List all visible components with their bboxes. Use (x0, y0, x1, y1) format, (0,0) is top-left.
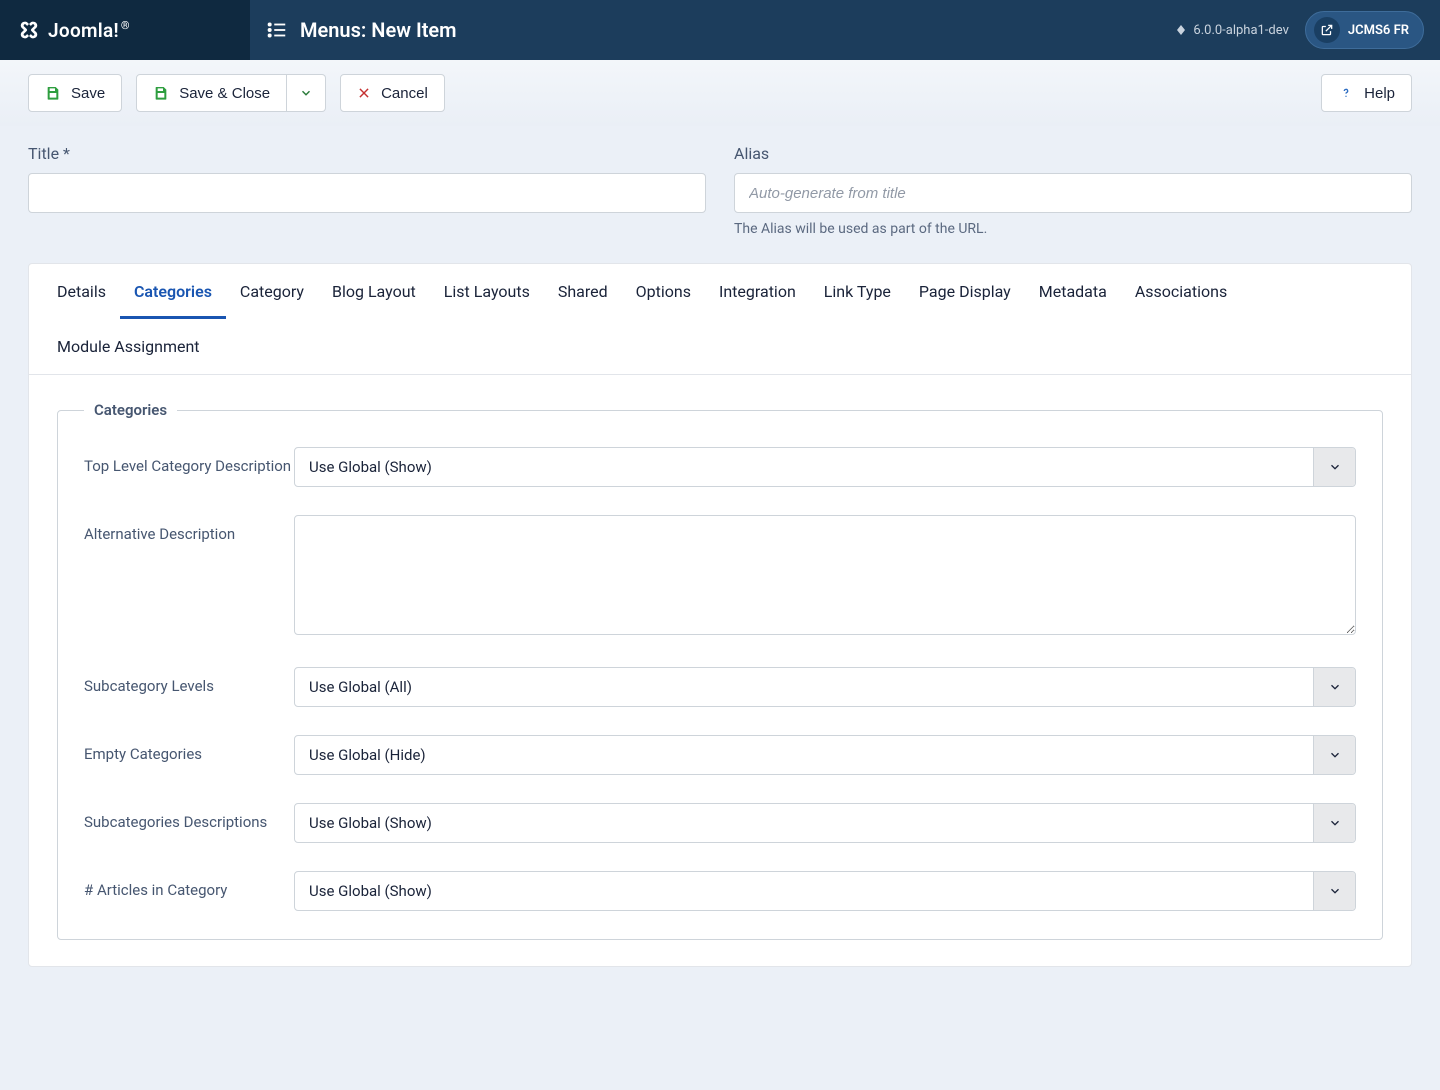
save-icon (45, 85, 61, 101)
help-icon (1338, 85, 1354, 101)
save-label: Save (71, 85, 105, 102)
param-control: Use Global (Show) (294, 803, 1356, 843)
title-input[interactable] (28, 173, 706, 213)
chevron-down-icon (1313, 736, 1355, 774)
user-label: JCMS6 FR (1348, 23, 1409, 38)
save-icon (153, 85, 169, 101)
tab-metadata[interactable]: Metadata (1025, 264, 1121, 319)
select-value: Use Global (All) (295, 668, 1313, 706)
alias-label: Alias (734, 144, 1412, 163)
title-label: Title * (28, 144, 706, 163)
tab-module-assignment[interactable]: Module Assignment (43, 319, 214, 374)
main-area: Title * Alias The Alias will be used as … (0, 126, 1440, 1007)
tab-link-type[interactable]: Link Type (810, 264, 905, 319)
param-label: Top Level Category Description (84, 447, 294, 475)
param-row: Top Level Category DescriptionUse Global… (84, 447, 1356, 487)
select-input[interactable]: Use Global (Show) (294, 447, 1356, 487)
select-value: Use Global (Show) (295, 872, 1313, 910)
param-row: Alternative Description (84, 515, 1356, 639)
select-value: Use Global (Show) (295, 448, 1313, 486)
top-header: Joomla!® Menus: New Item 6.0.0-alpha1-de… (0, 0, 1440, 60)
param-label: Subcategory Levels (84, 667, 294, 695)
chevron-down-icon (299, 86, 313, 100)
tab-shared[interactable]: Shared (544, 264, 622, 319)
tab-integration[interactable]: Integration (705, 264, 810, 319)
save-close-button[interactable]: Save & Close (136, 74, 287, 112)
page-title: Menus: New Item (300, 18, 457, 42)
joomla-small-icon (1175, 24, 1187, 36)
param-row: Subcategory LevelsUse Global (All) (84, 667, 1356, 707)
header-right: 6.0.0-alpha1-dev JCMS6 FR (1159, 0, 1440, 60)
help-button[interactable]: Help (1321, 74, 1412, 112)
param-row: Empty CategoriesUse Global (Hide) (84, 735, 1356, 775)
select-value: Use Global (Show) (295, 804, 1313, 842)
joomla-logo-icon (18, 19, 40, 41)
cancel-button[interactable]: Cancel (340, 74, 445, 112)
title-field-group: Title * (28, 144, 706, 237)
alias-field-group: Alias The Alias will be used as part of … (734, 144, 1412, 237)
select-value: Use Global (Hide) (295, 736, 1313, 774)
param-label: Alternative Description (84, 515, 294, 543)
tab-panel-categories: Categories Top Level Category Descriptio… (29, 375, 1411, 966)
save-close-dropdown-toggle[interactable] (287, 74, 326, 112)
categories-fieldset: Categories Top Level Category Descriptio… (57, 401, 1383, 940)
tabs-card: DetailsCategoriesCategoryBlog LayoutList… (28, 263, 1412, 967)
select-input[interactable]: Use Global (All) (294, 667, 1356, 707)
textarea-input[interactable] (294, 515, 1356, 635)
title-alias-row: Title * Alias The Alias will be used as … (28, 144, 1412, 237)
chevron-down-icon (1313, 448, 1355, 486)
tab-details[interactable]: Details (43, 264, 120, 319)
external-link-icon (1314, 17, 1340, 43)
alias-input[interactable] (734, 173, 1412, 213)
param-label: Subcategories Descriptions (84, 803, 294, 831)
brand-text: Joomla!® (48, 19, 130, 42)
list-icon (266, 19, 288, 41)
chevron-down-icon (1313, 668, 1355, 706)
tab-list-layouts[interactable]: List Layouts (430, 264, 544, 319)
cancel-label: Cancel (381, 85, 428, 102)
tab-associations[interactable]: Associations (1121, 264, 1241, 319)
fieldset-legend: Categories (84, 401, 177, 419)
param-control: Use Global (All) (294, 667, 1356, 707)
select-input[interactable]: Use Global (Hide) (294, 735, 1356, 775)
chevron-down-icon (1313, 804, 1355, 842)
save-button[interactable]: Save (28, 74, 122, 112)
param-control: Use Global (Show) (294, 871, 1356, 911)
param-label: Empty Categories (84, 735, 294, 763)
brand-block[interactable]: Joomla!® (0, 0, 250, 60)
param-row: Subcategories DescriptionsUse Global (Sh… (84, 803, 1356, 843)
param-row: # Articles in CategoryUse Global (Show) (84, 871, 1356, 911)
tab-categories[interactable]: Categories (120, 264, 226, 319)
select-input[interactable]: Use Global (Show) (294, 871, 1356, 911)
help-label: Help (1364, 85, 1395, 102)
tab-page-display[interactable]: Page Display (905, 264, 1025, 319)
version-text: 6.0.0-alpha1-dev (1193, 23, 1288, 38)
chevron-down-icon (1313, 872, 1355, 910)
save-close-group: Save & Close (136, 74, 326, 112)
param-control (294, 515, 1356, 639)
alias-help-text: The Alias will be used as part of the UR… (734, 221, 1412, 237)
param-label: # Articles in Category (84, 871, 294, 899)
user-menu[interactable]: JCMS6 FR (1305, 11, 1424, 49)
param-control: Use Global (Show) (294, 447, 1356, 487)
tabs: DetailsCategoriesCategoryBlog LayoutList… (29, 264, 1411, 375)
page-title-block: Menus: New Item (250, 0, 1159, 60)
param-control: Use Global (Hide) (294, 735, 1356, 775)
save-close-label: Save & Close (179, 85, 270, 102)
close-icon (357, 86, 371, 100)
toolbar: Save Save & Close Cancel He (0, 60, 1440, 126)
tab-options[interactable]: Options (622, 264, 705, 319)
version-info[interactable]: 6.0.0-alpha1-dev (1175, 23, 1288, 38)
tab-blog-layout[interactable]: Blog Layout (318, 264, 430, 319)
select-input[interactable]: Use Global (Show) (294, 803, 1356, 843)
tab-category[interactable]: Category (226, 264, 318, 319)
